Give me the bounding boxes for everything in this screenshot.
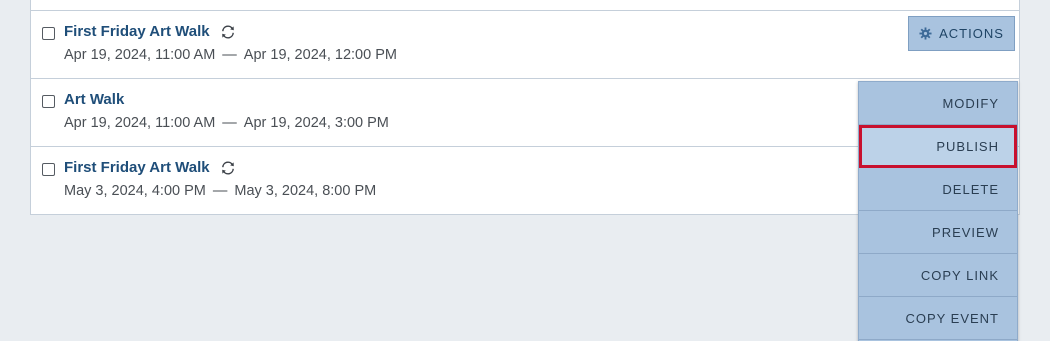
event-dates: Apr 19, 2024, 11:00 AM — Apr 19, 2024, 3:0…: [64, 114, 389, 132]
event-end: May 3, 2024, 8:00 PM: [234, 183, 377, 199]
event-checkbox[interactable]: [42, 27, 55, 40]
date-separator: —: [222, 115, 237, 131]
menu-item-copy-link[interactable]: COPY LINK: [859, 254, 1017, 297]
repeat-icon: [221, 25, 234, 39]
event-start: May 3, 2024, 4:00 PM: [64, 183, 206, 199]
date-separator: —: [212, 183, 228, 199]
event-start: Apr 19, 2024, 11:00 AM: [64, 115, 216, 131]
event-title-line: First Friday Art Walk: [64, 159, 236, 177]
repeat-icon: [221, 161, 234, 175]
gear-icon: [919, 27, 932, 40]
event-title[interactable]: Art Walk: [64, 91, 124, 109]
menu-item-delete[interactable]: DELETE: [859, 168, 1017, 211]
actions-button-label: ACTIONS: [939, 26, 1004, 41]
menu-item-preview[interactable]: PREVIEW: [859, 211, 1017, 254]
page: First Friday Art Walk Apr 19, 2024, 11:0…: [0, 0, 1050, 341]
event-dates: Apr 19, 2024, 11:00 AM — Apr 19, 2024, 12:…: [64, 46, 397, 64]
event-title[interactable]: First Friday Art Walk: [64, 159, 210, 177]
event-row: First Friday Art Walk Apr 19, 2024, 11:0…: [31, 10, 1019, 78]
event-title-line: First Friday Art Walk: [64, 23, 236, 41]
event-checkbox[interactable]: [42, 95, 55, 108]
event-start: Apr 19, 2024, 11:00 AM: [64, 47, 216, 63]
event-end: Apr 19, 2024, 3:00 PM: [243, 115, 389, 131]
menu-item-modify[interactable]: MODIFY: [859, 82, 1017, 125]
actions-menu: MODIFY PUBLISH DELETE PREVIEW COPY LINK …: [858, 81, 1018, 341]
actions-button[interactable]: ACTIONS: [908, 16, 1015, 51]
event-title-line: Art Walk: [64, 91, 124, 109]
event-dates: May 3, 2024, 4:00 PM — May 3, 2024, 8:00 P…: [64, 182, 376, 200]
event-end: Apr 19, 2024, 12:00 PM: [243, 47, 397, 63]
date-separator: —: [222, 47, 237, 63]
event-title[interactable]: First Friday Art Walk: [64, 23, 210, 41]
event-checkbox[interactable]: [42, 163, 55, 176]
menu-item-copy-event[interactable]: COPY EVENT: [859, 297, 1017, 340]
menu-item-publish[interactable]: PUBLISH: [859, 125, 1017, 168]
